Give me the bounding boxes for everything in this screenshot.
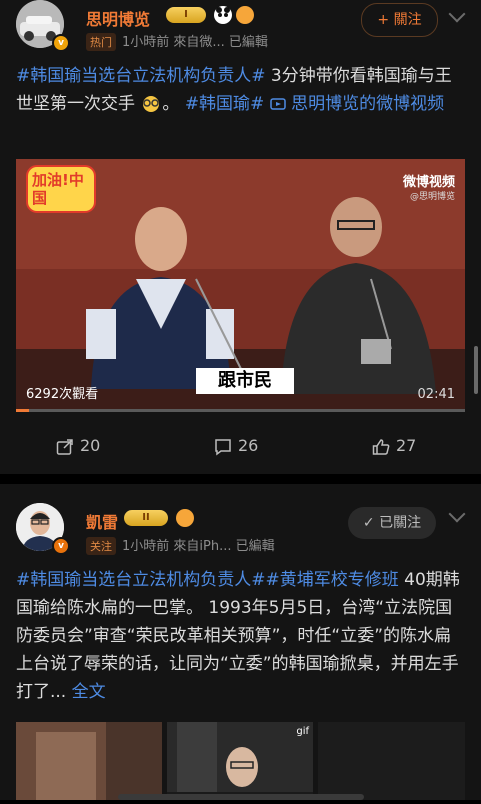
weibo-video-watermark: 微博视频	[402, 175, 455, 190]
follow-button[interactable]: + 關注	[361, 3, 438, 37]
follow-tag: 关注	[86, 537, 116, 555]
post-meta: 关注 1小時前 來自iPh... 已編輯	[86, 535, 275, 555]
video-icon	[269, 98, 286, 110]
banner-logo: 加油!中国	[26, 165, 96, 213]
post-text: #韩国瑜当选台立法机构负责人# 3分钟带你看韩国瑜与王世坚第一次交手 。 #韩国…	[16, 62, 466, 118]
post-image[interactable]	[318, 722, 465, 800]
gif-badge: gif	[296, 726, 309, 737]
following-button[interactable]: ✓ 已關注	[348, 507, 436, 539]
hot-tag: 热门	[86, 33, 116, 51]
comment-count: 26	[238, 436, 259, 455]
video-player[interactable]: 加油!中国 微博视频 @思明博览 跟市民 6292次觀看 02:41	[16, 159, 465, 412]
author-name[interactable]: 凱雷	[86, 509, 118, 533]
post-time-source: 1小時前 來自iPh... 已編輯	[122, 539, 275, 554]
video-duration: 02:41	[417, 387, 455, 402]
level-badge: I	[166, 7, 206, 23]
level-badge: II	[124, 510, 168, 526]
post-meta: 热门 1小時前 來自微... 已編輯	[86, 31, 268, 51]
image-grid: gif	[16, 722, 465, 800]
post-body-end: 。	[162, 94, 180, 114]
post-image[interactable]: gif	[167, 722, 313, 800]
share-count: 20	[80, 436, 101, 455]
fox-icon	[176, 509, 194, 527]
home-indicator	[118, 794, 364, 800]
verified-icon: v	[52, 34, 70, 52]
post-image[interactable]	[16, 722, 162, 800]
share-button[interactable]: 20	[56, 436, 100, 456]
video-subtitle: 跟市民	[196, 368, 294, 394]
like-button[interactable]: 27	[372, 436, 416, 456]
share-icon	[56, 438, 73, 455]
like-count: 27	[396, 436, 417, 455]
post-text: #韩国瑜当选台立法机构负责人##黄埔军校专修班 40期韩国瑜给陈水扁的一巴掌。 …	[16, 566, 466, 706]
banner-text: 加油!中国	[32, 171, 84, 207]
post-time-source: 1小時前 來自微... 已編輯	[122, 35, 268, 50]
comment-button[interactable]: 26	[214, 436, 258, 456]
post-header: v 思明博览 I 热门 1小時前 來自微... 已編輯 + 關注	[0, 0, 481, 56]
hashtag-link[interactable]: #韩国瑜当选台立法机构负责人#	[16, 66, 266, 86]
view-count: 6292次觀看	[26, 387, 99, 402]
read-more-link[interactable]: 全文	[72, 682, 106, 702]
like-icon	[372, 438, 390, 455]
comment-icon	[215, 438, 231, 455]
verified-icon: v	[52, 537, 70, 555]
post-actions: 20 26 27	[0, 436, 481, 466]
fox-icon	[236, 6, 254, 24]
watermark-handle: @思明博览	[409, 192, 455, 202]
panda-icon	[214, 6, 232, 24]
scrollbar[interactable]	[474, 346, 478, 394]
author-name[interactable]: 思明博览	[86, 6, 150, 30]
video-link-label[interactable]: 思明博览的微博视频	[291, 94, 444, 114]
video-progress-fill	[16, 409, 30, 412]
hashtag-link[interactable]: #韩国瑜#	[185, 94, 265, 114]
video-progress[interactable]	[16, 409, 465, 412]
video-link[interactable]: 思明博览的微博视频	[269, 94, 444, 114]
glasses-emoji-icon	[143, 96, 160, 112]
hashtag-link[interactable]: #黄埔军校专修班	[266, 570, 399, 590]
chevron-down-icon[interactable]	[448, 5, 466, 23]
hashtag-link[interactable]: #韩国瑜当选台立法机构负责人#	[16, 570, 266, 590]
post-card-1: v 思明博览 I 热门 1小時前 來自微... 已編輯 + 關注 #韩国瑜当选台立…	[0, 0, 481, 474]
